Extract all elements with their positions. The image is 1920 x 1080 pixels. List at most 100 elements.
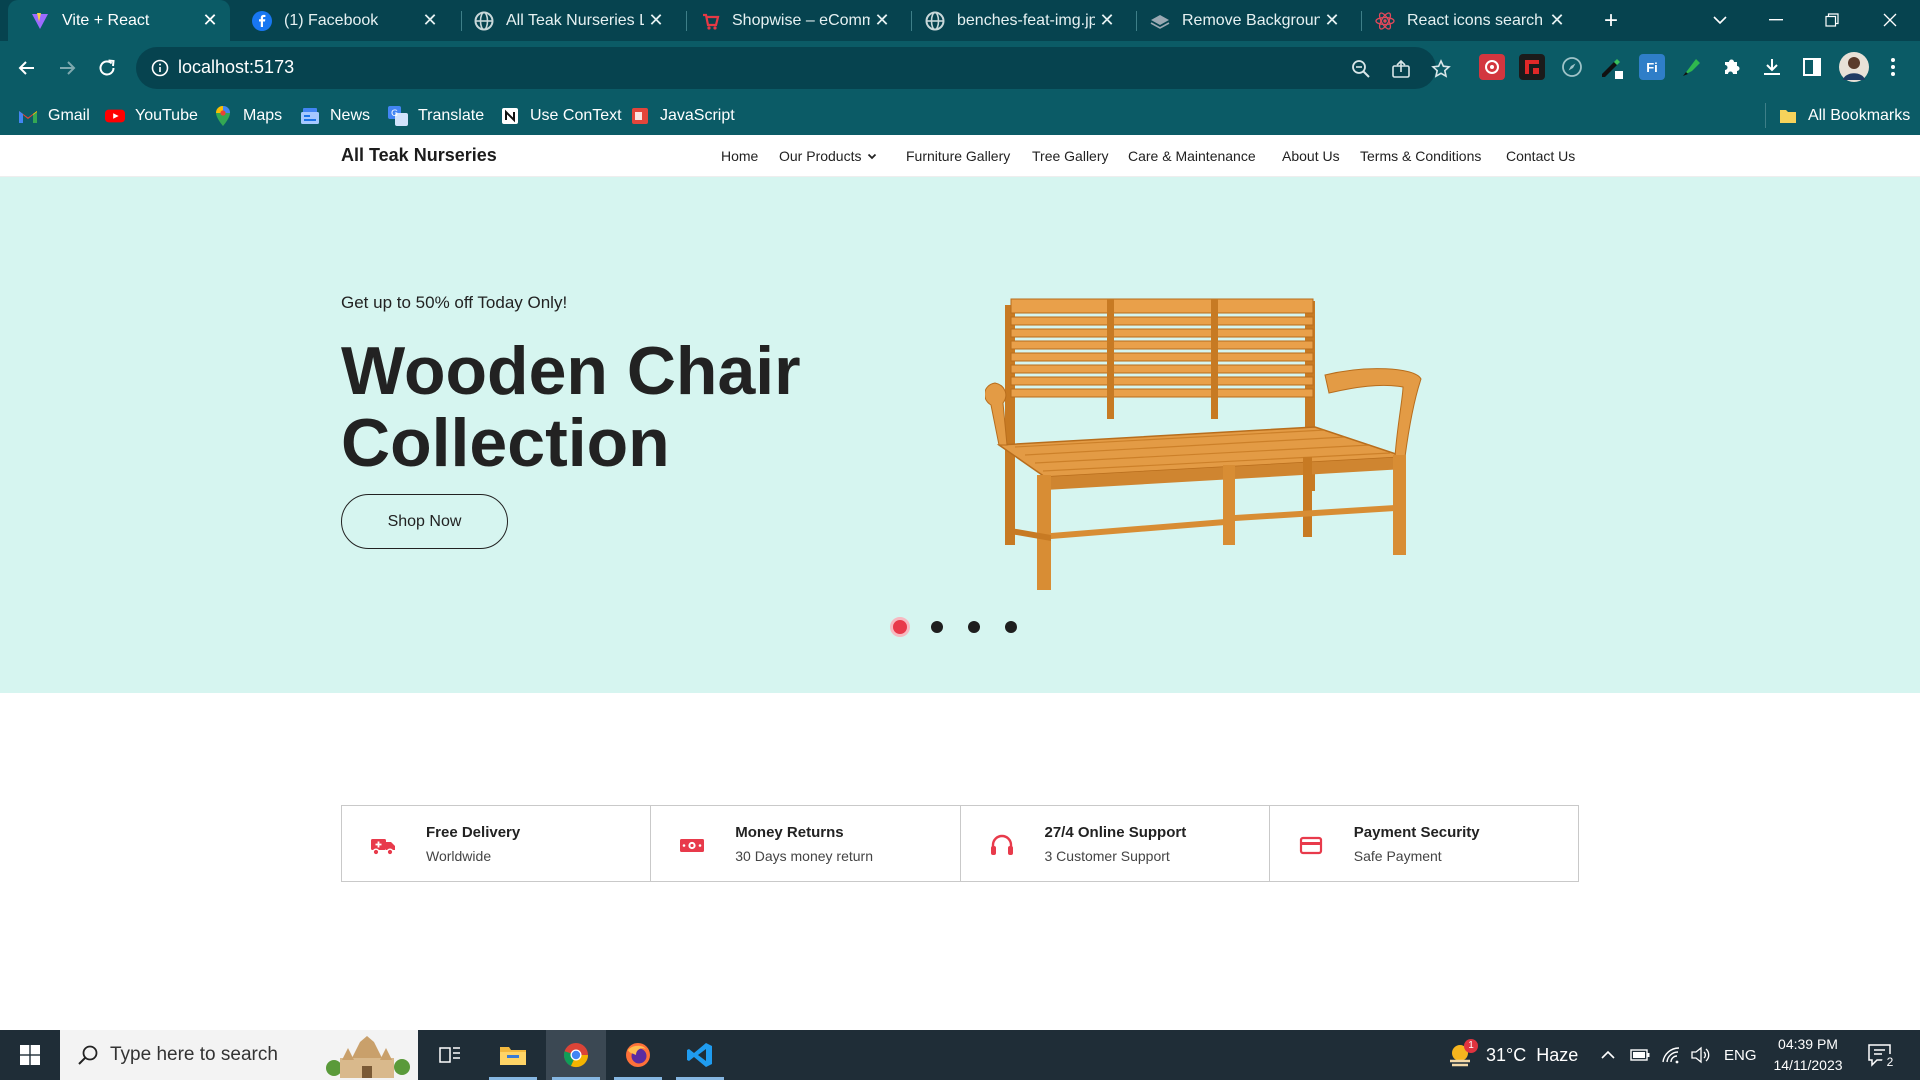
bookmark-label: Translate	[418, 106, 485, 124]
chrome-menu-icon[interactable]	[1880, 54, 1906, 80]
bookmark-maps[interactable]: Maps	[213, 96, 282, 135]
tab-title: Shopwise – eComme	[732, 11, 870, 29]
file-explorer-icon[interactable]	[483, 1030, 543, 1080]
search-icon	[76, 1043, 100, 1067]
tab-title: Vite + React	[62, 11, 150, 29]
bookmark-label: Gmail	[48, 106, 90, 124]
close-tab-icon[interactable]: ✕	[1320, 9, 1344, 33]
feature-subtitle: 3 Customer Support	[1044, 848, 1170, 864]
close-tab-icon[interactable]: ✕	[644, 9, 668, 33]
nav-care-maintenance[interactable]: Care & Maintenance	[1128, 135, 1256, 177]
feature-title: Money Returns	[735, 824, 844, 841]
extension-fi-icon[interactable]: Fi	[1639, 54, 1665, 80]
bookmark-youtube[interactable]: YouTube	[105, 96, 198, 135]
tab-benches-image[interactable]: benches-feat-img.jpg ✕	[903, 0, 1127, 41]
close-window-button[interactable]	[1870, 6, 1910, 34]
globe-icon	[474, 11, 494, 31]
hero-slider: Get up to 50% off Today Only! Wooden Cha…	[0, 177, 1920, 693]
bookmark-use-context[interactable]: Use ConText	[500, 96, 622, 135]
clock-time: 04:39 PM	[1778, 1036, 1838, 1052]
notion-icon	[500, 106, 520, 126]
bookmark-translate[interactable]: G Translate	[388, 96, 484, 135]
back-button[interactable]	[12, 53, 42, 83]
site-info-icon[interactable]	[150, 58, 170, 78]
url-text[interactable]: localhost:5173	[178, 57, 294, 78]
minimize-button[interactable]	[1756, 6, 1796, 34]
address-bar[interactable]: localhost:5173	[136, 47, 1451, 89]
language-indicator[interactable]: ENG	[1724, 1030, 1757, 1080]
nav-about-us[interactable]: About Us	[1282, 135, 1340, 177]
nav-tree-gallery[interactable]: Tree Gallery	[1032, 135, 1109, 177]
taskbar-clock[interactable]: 04:39 PM 14/11/2023	[1766, 1034, 1850, 1076]
vscode-taskbar-icon[interactable]	[670, 1030, 730, 1080]
bookmark-news[interactable]: News	[300, 96, 370, 135]
svg-text:G: G	[391, 109, 398, 119]
forward-button[interactable]	[52, 53, 82, 83]
shop-now-button[interactable]: Shop Now	[341, 494, 508, 549]
close-tab-icon[interactable]: ✕	[418, 9, 442, 33]
extension-flipboard-icon[interactable]	[1519, 54, 1545, 80]
slider-dot-4[interactable]	[1005, 621, 1017, 633]
nav-terms-conditions[interactable]: Terms & Conditions	[1360, 135, 1481, 177]
hero-headline: Wooden Chair Collection	[341, 333, 801, 481]
gmail-icon	[18, 106, 38, 126]
tab-all-teak[interactable]: All Teak Nurseries Lin ✕	[452, 0, 676, 41]
slider-dot-2[interactable]	[931, 621, 943, 633]
firefox-taskbar-icon[interactable]	[608, 1030, 668, 1080]
tab-shopwise[interactable]: Shopwise – eComme ✕	[678, 0, 902, 41]
volume-icon[interactable]	[1690, 1030, 1710, 1080]
download-icon[interactable]	[1759, 54, 1785, 80]
side-panel-icon[interactable]	[1799, 54, 1825, 80]
task-view-icon[interactable]	[420, 1030, 480, 1080]
notifications-icon[interactable]: 2	[1866, 1040, 1898, 1070]
slider-dot-1[interactable]	[890, 617, 910, 637]
tab-react-icons[interactable]: React icons search re ✕	[1353, 0, 1577, 41]
extension-green-icon[interactable]	[1679, 54, 1705, 80]
browser-toolbar: localhost:5173 Fi	[0, 41, 1920, 96]
news-icon	[300, 106, 320, 126]
tab-search-chevron-icon[interactable]	[1700, 6, 1740, 34]
tab-remove-background[interactable]: Remove Background ✕	[1128, 0, 1352, 41]
weather-widget[interactable]: 1 31°C Haze	[1446, 1030, 1578, 1080]
zoom-icon[interactable]	[1350, 58, 1372, 80]
battery-icon[interactable]	[1630, 1030, 1650, 1080]
tab-vite-react[interactable]: Vite + React ✕	[8, 0, 230, 41]
tab-title: All Teak Nurseries Lin	[506, 11, 644, 29]
site-brand[interactable]: All Teak Nurseries	[341, 145, 497, 166]
reload-button[interactable]	[92, 53, 122, 83]
extension-red-icon[interactable]	[1479, 54, 1505, 80]
notification-count: 2	[1882, 1054, 1898, 1070]
bookmark-label: Maps	[243, 106, 283, 124]
nav-furniture-gallery[interactable]: Furniture Gallery	[906, 135, 1010, 177]
bookmark-gmail[interactable]: Gmail	[18, 96, 90, 135]
close-tab-icon[interactable]: ✕	[198, 9, 222, 33]
restore-button[interactable]	[1812, 6, 1852, 34]
nav-home[interactable]: Home	[721, 135, 758, 177]
all-bookmarks[interactable]: All Bookmarks	[1765, 103, 1910, 128]
chrome-taskbar-icon[interactable]	[546, 1030, 606, 1080]
feature-title: 27/4 Online Support	[1044, 824, 1187, 841]
close-tab-icon[interactable]: ✕	[870, 9, 894, 33]
close-tab-icon[interactable]: ✕	[1545, 9, 1569, 33]
nav-contact-us[interactable]: Contact Us	[1506, 135, 1575, 177]
slider-dot-3[interactable]	[968, 621, 980, 633]
wooden-bench-image	[985, 298, 1422, 590]
show-hidden-icons-chevron-icon[interactable]	[1600, 1030, 1616, 1080]
bookmark-star-icon[interactable]	[1430, 58, 1452, 80]
close-tab-icon[interactable]: ✕	[1095, 9, 1119, 33]
windows-start-button[interactable]	[0, 1030, 60, 1080]
share-icon[interactable]	[1390, 58, 1412, 80]
bookmark-javascript[interactable]: JavaScript	[630, 96, 735, 135]
bookmark-label: News	[330, 106, 371, 124]
wifi-icon[interactable]	[1661, 1030, 1681, 1080]
extension-compass-icon[interactable]	[1559, 54, 1585, 80]
nav-our-products[interactable]: Our Products	[779, 135, 877, 177]
tab-facebook[interactable]: (1) Facebook ✕	[230, 0, 450, 41]
new-tab-button[interactable]: +	[1598, 7, 1624, 34]
extension-pen-icon[interactable]	[1599, 54, 1625, 80]
vite-icon	[30, 11, 50, 31]
extensions-puzzle-icon[interactable]	[1719, 54, 1745, 80]
profile-avatar[interactable]	[1839, 52, 1869, 82]
features-strip: Free Delivery Worldwide Money Returns 30…	[341, 805, 1579, 882]
taskbar-search-box[interactable]: Type here to search	[60, 1030, 418, 1080]
